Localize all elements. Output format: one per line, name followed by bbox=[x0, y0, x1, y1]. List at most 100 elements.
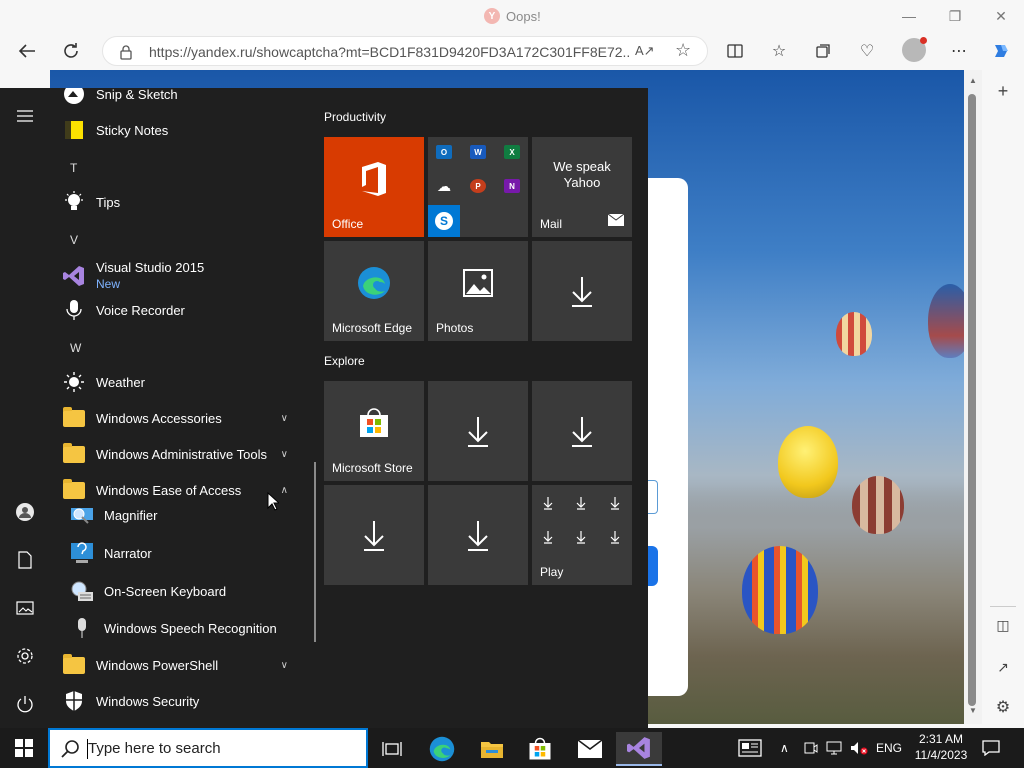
scrollbar-thumb[interactable] bbox=[968, 94, 976, 706]
action-center-icon[interactable] bbox=[982, 728, 1000, 768]
page-scrollbar[interactable]: ▲ ▼ bbox=[964, 70, 982, 724]
pictures-icon[interactable] bbox=[12, 595, 38, 621]
tile-download-placeholder[interactable] bbox=[324, 485, 424, 585]
search-placeholder: Type here to search bbox=[88, 740, 221, 757]
hamburger-menu-icon[interactable] bbox=[12, 103, 38, 129]
chevron-down-icon[interactable]: ∨ bbox=[281, 449, 288, 460]
network-icon[interactable] bbox=[826, 728, 842, 768]
tile-photos[interactable]: Photos bbox=[428, 241, 528, 341]
more-options-icon[interactable]: ⋯ bbox=[946, 38, 972, 64]
hide-sidebar-icon[interactable]: ◫ bbox=[990, 612, 1016, 638]
taskbar-search-box[interactable]: Type here to search bbox=[48, 728, 368, 768]
tile-office[interactable]: Office bbox=[324, 137, 424, 237]
app-tips[interactable]: Tips bbox=[62, 187, 302, 217]
balloon-image bbox=[852, 476, 904, 534]
group-title-explore[interactable]: Explore bbox=[324, 354, 365, 368]
address-bar[interactable]: https://yandex.ru/showcaptcha?mt=BCD1F83… bbox=[102, 36, 708, 66]
url-text[interactable]: https://yandex.ru/showcaptcha?mt=BCD1F83… bbox=[149, 44, 629, 60]
letter-header-t[interactable]: T bbox=[70, 161, 77, 175]
tile-download-placeholder[interactable] bbox=[428, 485, 528, 585]
task-view-icon[interactable] bbox=[369, 732, 415, 766]
app-list[interactable]: Snip & Sketch Sticky Notes T Tips V Visu… bbox=[50, 88, 316, 728]
browser-tab[interactable]: Y Oops! bbox=[484, 8, 541, 24]
chevron-down-icon[interactable]: ∨ bbox=[281, 413, 288, 424]
browser-essentials-icon[interactable]: ♡ bbox=[854, 38, 880, 64]
favorites-icon[interactable]: ☆ bbox=[766, 38, 792, 64]
app-on-screen-keyboard[interactable]: On-Screen Keyboard bbox=[70, 576, 310, 606]
letter-header-v[interactable]: V bbox=[70, 233, 78, 247]
chevron-up-icon[interactable]: ∧ bbox=[281, 485, 288, 496]
meet-now-icon[interactable] bbox=[804, 728, 818, 768]
power-icon[interactable] bbox=[12, 691, 38, 717]
read-aloud-icon[interactable]: A↗ bbox=[635, 43, 655, 59]
sidebar-settings-icon[interactable]: ⚙ bbox=[990, 694, 1016, 720]
app-snip-sketch[interactable]: Snip & Sketch bbox=[62, 88, 302, 109]
split-screen-icon[interactable] bbox=[722, 38, 748, 64]
restore-button[interactable]: ❐ bbox=[942, 6, 968, 26]
file-explorer-icon[interactable] bbox=[469, 732, 515, 766]
tile-microsoft-store[interactable]: Microsoft Store bbox=[324, 381, 424, 481]
system-clock[interactable]: 2:31 AM 11/4/2023 bbox=[904, 731, 978, 763]
app-sticky-notes[interactable]: Sticky Notes bbox=[62, 115, 302, 145]
scroll-up-icon[interactable]: ▲ bbox=[968, 76, 978, 85]
volume-muted-icon[interactable] bbox=[850, 728, 868, 768]
news-widget-icon[interactable] bbox=[738, 728, 762, 768]
app-narrator[interactable]: Narrator bbox=[70, 538, 310, 568]
taskbar-mail-icon[interactable] bbox=[567, 732, 613, 766]
app-label: Windows PowerShell bbox=[96, 657, 219, 673]
lock-icon[interactable] bbox=[119, 44, 133, 65]
tile-download-placeholder[interactable] bbox=[532, 241, 632, 341]
app-list-scrollbar[interactable] bbox=[314, 462, 316, 642]
tile-play-folder[interactable]: Play bbox=[532, 485, 632, 585]
edge-sidebar: + ◫ ↗ ⚙ bbox=[982, 70, 1024, 724]
app-windows-accessories[interactable]: Windows Accessories ∨ bbox=[62, 403, 302, 433]
tile-download-placeholder[interactable] bbox=[532, 381, 632, 481]
group-title-productivity[interactable]: Productivity bbox=[324, 110, 386, 124]
letter-header-w[interactable]: W bbox=[70, 341, 81, 355]
app-windows-powershell[interactable]: Windows PowerShell ∨ bbox=[62, 650, 302, 680]
copilot-icon[interactable] bbox=[988, 38, 1014, 64]
settings-gear-icon[interactable] bbox=[12, 643, 38, 669]
chevron-down-icon[interactable]: ∨ bbox=[281, 660, 288, 671]
keyboard-icon bbox=[70, 579, 94, 603]
collections-icon[interactable] bbox=[810, 38, 836, 64]
sun-icon bbox=[62, 370, 86, 394]
tile-download-placeholder[interactable] bbox=[428, 381, 528, 481]
taskbar-store-icon[interactable] bbox=[517, 732, 563, 766]
app-windows-speech-recognition[interactable]: Windows Speech Recognition bbox=[70, 613, 310, 643]
app-label: Narrator bbox=[104, 545, 152, 561]
app-voice-recorder[interactable]: Voice Recorder bbox=[62, 295, 302, 325]
scroll-down-icon[interactable]: ▼ bbox=[968, 706, 978, 715]
language-indicator[interactable]: ENG bbox=[876, 728, 902, 768]
tile-mail[interactable]: We speak Yahoo Mail bbox=[532, 137, 632, 237]
user-account-icon[interactable] bbox=[12, 499, 38, 525]
app-weather[interactable]: Weather bbox=[62, 367, 302, 397]
office-logo-icon bbox=[324, 137, 424, 221]
minimize-button[interactable]: — bbox=[896, 6, 922, 26]
word-icon: W bbox=[470, 145, 486, 159]
app-visual-studio[interactable]: Visual Studio 2015 New bbox=[62, 259, 302, 293]
onenote-icon: N bbox=[504, 179, 520, 193]
tile-office-apps-folder[interactable]: O W X ☁ P N S bbox=[428, 137, 528, 237]
balloon-image bbox=[836, 312, 872, 356]
app-label: Weather bbox=[96, 374, 145, 390]
favorite-star-icon[interactable]: ☆ bbox=[675, 40, 691, 61]
back-arrow-icon[interactable] bbox=[14, 38, 40, 64]
windows-start-button[interactable] bbox=[0, 728, 48, 768]
taskbar-edge-icon[interactable] bbox=[419, 732, 465, 766]
close-button[interactable]: ✕ bbox=[988, 6, 1014, 26]
app-windows-admin-tools[interactable]: Windows Administrative Tools ∨ bbox=[62, 439, 302, 469]
documents-icon[interactable] bbox=[12, 547, 38, 573]
clock-time: 2:31 AM bbox=[918, 732, 964, 746]
download-arrow-icon bbox=[532, 241, 632, 341]
profile-avatar[interactable] bbox=[902, 37, 927, 62]
app-windows-security[interactable]: Windows Security bbox=[62, 686, 302, 716]
app-label: Windows Accessories bbox=[96, 410, 222, 426]
taskbar-visual-studio-icon[interactable] bbox=[616, 732, 662, 766]
refresh-icon[interactable] bbox=[58, 38, 84, 64]
folder-icon bbox=[62, 653, 86, 677]
tile-microsoft-edge[interactable]: Microsoft Edge bbox=[324, 241, 424, 341]
show-hidden-icons-chevron-icon[interactable]: ∧ bbox=[780, 728, 789, 768]
open-external-icon[interactable]: ↗ bbox=[990, 654, 1016, 680]
add-sidebar-app-icon[interactable]: + bbox=[990, 78, 1016, 104]
